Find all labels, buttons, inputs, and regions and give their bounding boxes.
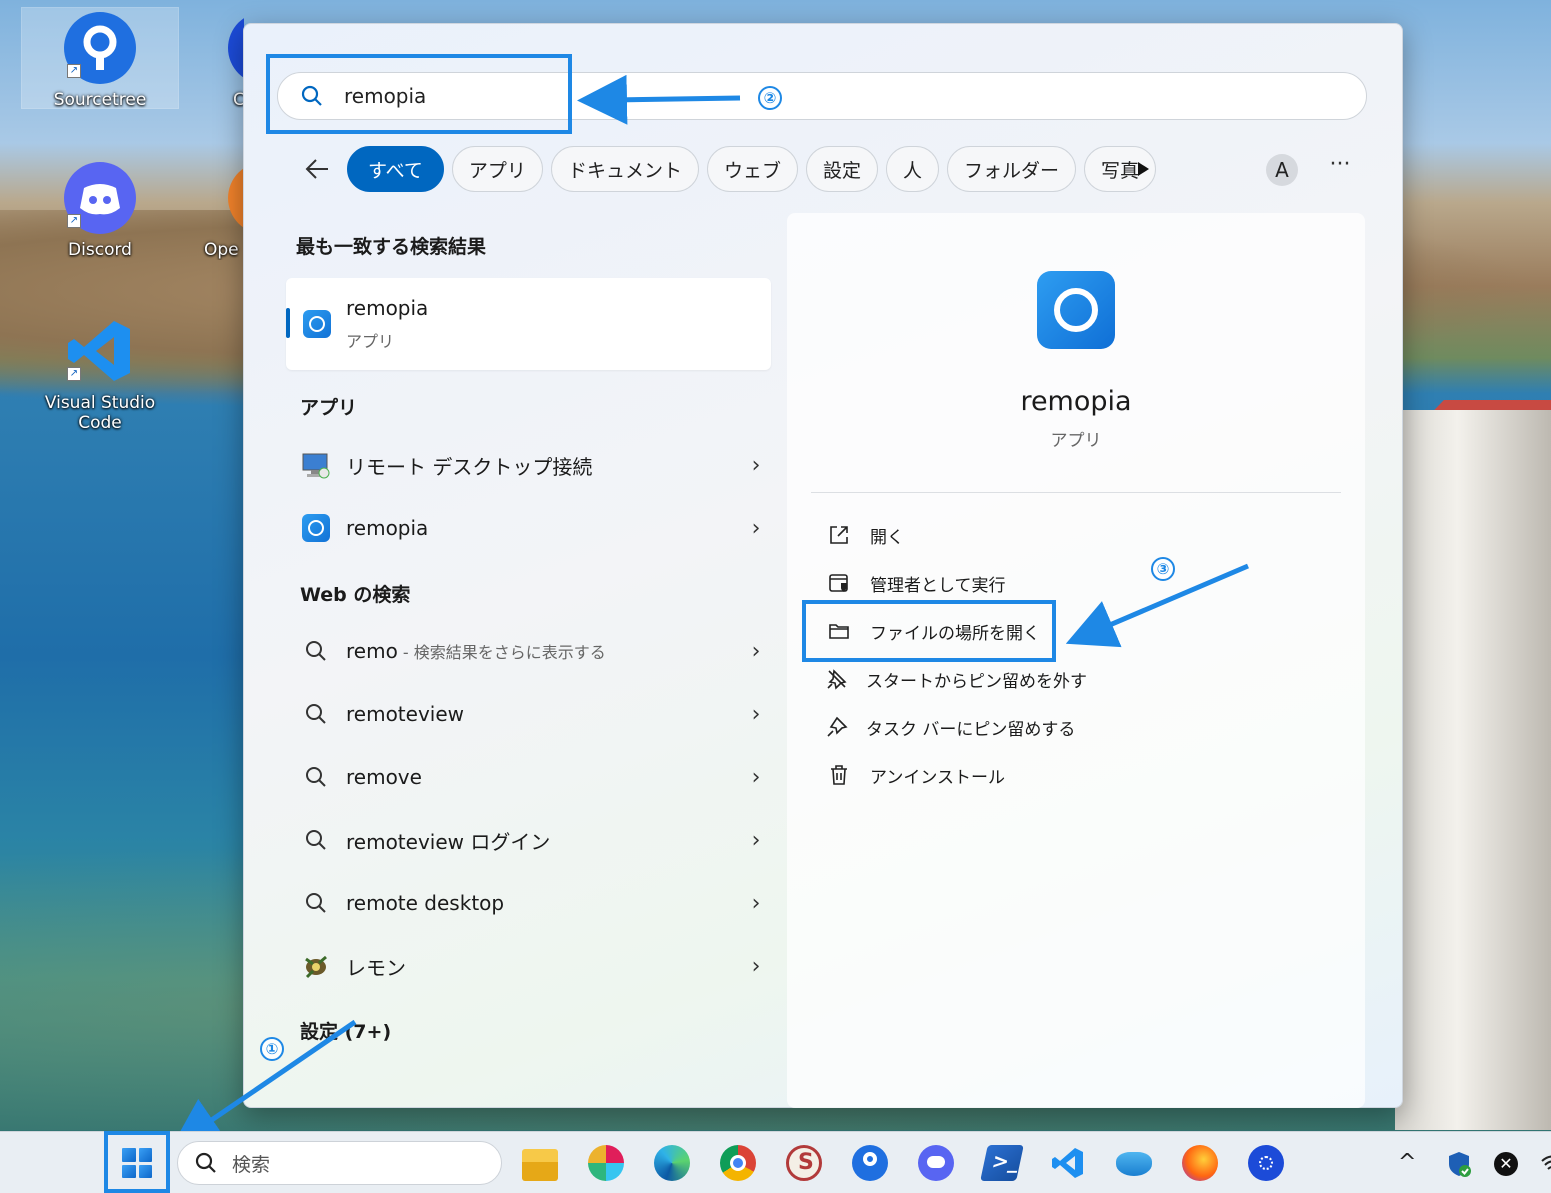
onedrive-icon[interactable]: [1116, 1152, 1152, 1176]
sakura-s-glyph: S: [798, 1150, 814, 1175]
close-circle-icon[interactable]: ✕: [1494, 1152, 1518, 1176]
arrow-2: [577, 74, 741, 125]
step-marker-1: ①: [260, 1037, 284, 1061]
discord-glyph: [927, 1156, 945, 1168]
annotation-arrows: [171, 74, 1249, 1148]
windows-logo-tile: [122, 1148, 136, 1162]
edge-icon[interactable]: [654, 1145, 690, 1181]
sourcetree-taskbar-icon[interactable]: [852, 1145, 888, 1181]
start-button[interactable]: [115, 1141, 159, 1185]
tray-overflow-chevron-icon[interactable]: ^: [1398, 1150, 1416, 1175]
sakura-editor-icon[interactable]: S: [786, 1145, 822, 1181]
windows-logo-tile: [138, 1148, 152, 1162]
windows-logo-tile: [138, 1164, 152, 1178]
file-explorer-icon[interactable]: [522, 1149, 558, 1181]
taskbar-search-placeholder: 検索: [232, 1153, 271, 1176]
chrome-center: [730, 1155, 746, 1171]
windows-security-icon[interactable]: [1446, 1150, 1472, 1178]
taskbar-search-box[interactable]: 検索: [177, 1141, 502, 1185]
search-icon: [195, 1152, 216, 1173]
firefox-icon[interactable]: [1182, 1145, 1218, 1181]
remopia-taskbar-icon[interactable]: [1248, 1145, 1284, 1181]
step-marker-2: ②: [758, 86, 782, 110]
powershell-glyph: >_: [989, 1149, 1022, 1173]
powershell-icon[interactable]: >_: [980, 1145, 1024, 1181]
sourcetree-glyph: [863, 1152, 877, 1166]
step-marker-3: ③: [1151, 557, 1175, 581]
discord-taskbar-icon[interactable]: [918, 1145, 954, 1181]
chrome-icon[interactable]: [720, 1145, 756, 1181]
windows-logo-tile: [122, 1164, 136, 1178]
wifi-icon[interactable]: [1540, 1152, 1551, 1176]
remopia-taskbar-glyph: [1259, 1156, 1273, 1170]
slack-icon[interactable]: [588, 1145, 624, 1181]
vscode-taskbar-icon[interactable]: [1050, 1145, 1086, 1181]
